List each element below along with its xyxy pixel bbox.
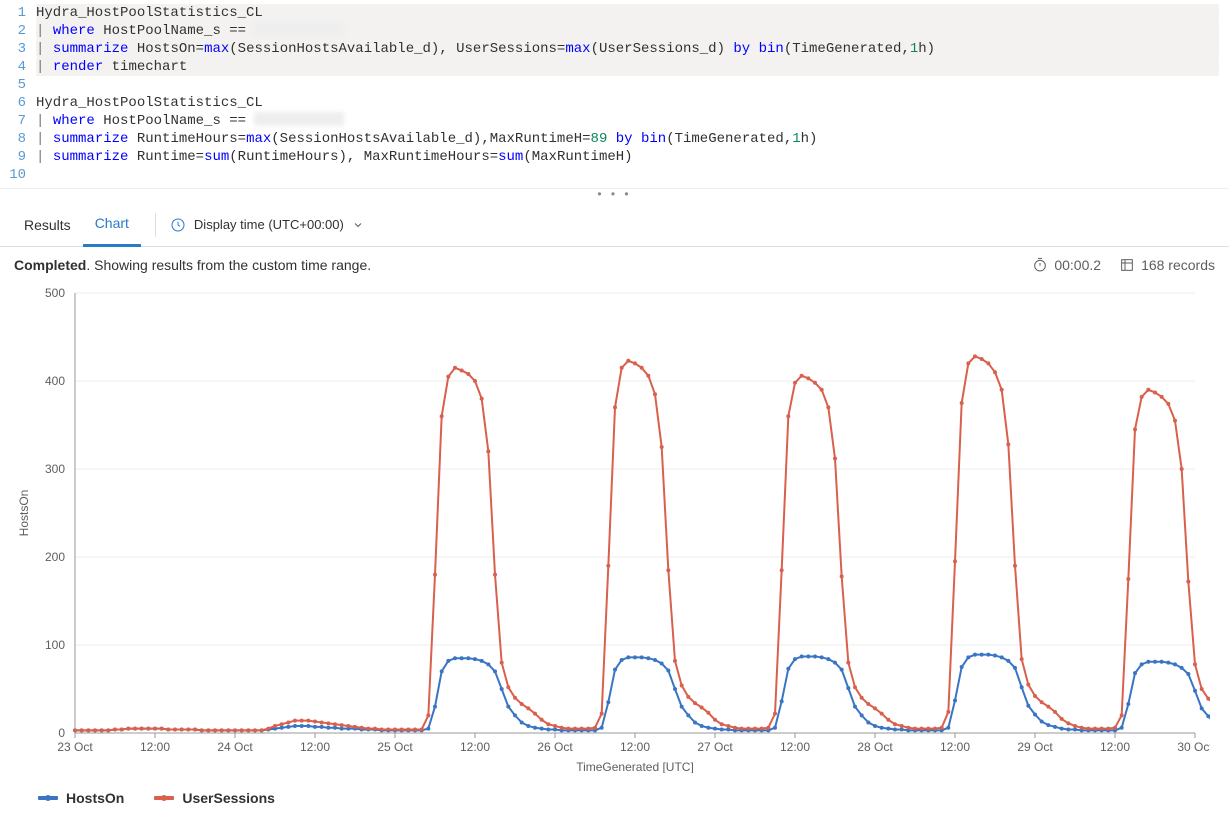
tab-chart-label: Chart bbox=[95, 215, 129, 231]
tab-chart[interactable]: Chart bbox=[83, 203, 141, 247]
legend-label-usersessions: UserSessions bbox=[182, 790, 275, 806]
line-number-gutter: 12345678910 bbox=[0, 4, 36, 184]
status-detail: . Showing results from the custom time r… bbox=[86, 257, 371, 273]
svg-text:500: 500 bbox=[45, 286, 65, 300]
timechart[interactable]: 0 100 200 300 400 500 23 Oct 12:00 24 Oct 12:00 25… bbox=[10, 283, 1210, 773]
svg-text:25 Oct: 25 Oct bbox=[377, 740, 413, 754]
svg-text:100: 100 bbox=[45, 638, 65, 652]
legend-swatch-usersessions bbox=[154, 796, 174, 800]
svg-text:12:00: 12:00 bbox=[1100, 740, 1130, 754]
svg-text:TimeGenerated [UTC]: TimeGenerated [UTC] bbox=[576, 760, 694, 773]
query-duration: 00:00.2 bbox=[1032, 257, 1101, 273]
svg-text:12:00: 12:00 bbox=[140, 740, 170, 754]
record-count-value: 168 records bbox=[1141, 257, 1215, 273]
query-editor[interactable]: 12345678910 Hydra_HostPoolStatistics_CL|… bbox=[0, 0, 1229, 189]
svg-text:12:00: 12:00 bbox=[620, 740, 650, 754]
svg-text:12:00: 12:00 bbox=[300, 740, 330, 754]
svg-text:30 Oct: 30 Oct bbox=[1177, 740, 1210, 754]
code-line[interactable]: Hydra_HostPoolStatistics_CL bbox=[36, 94, 1229, 112]
svg-text:12:00: 12:00 bbox=[460, 740, 490, 754]
svg-text:27 Oct: 27 Oct bbox=[697, 740, 733, 754]
results-toolbar: Results Chart Display time (UTC+00:00) bbox=[0, 203, 1229, 247]
svg-text:200: 200 bbox=[45, 550, 65, 564]
svg-text:HostsOn: HostsOn bbox=[17, 490, 31, 537]
tab-results-label: Results bbox=[24, 217, 71, 233]
chart-area[interactable]: 0 100 200 300 400 500 23 Oct 12:00 24 Oct 12:00 25… bbox=[0, 279, 1229, 816]
legend-item-hostson[interactable]: HostsOn bbox=[38, 790, 124, 806]
svg-text:400: 400 bbox=[45, 374, 65, 388]
display-time-picker[interactable]: Display time (UTC+00:00) bbox=[170, 217, 364, 233]
records-icon bbox=[1119, 257, 1135, 273]
clock-icon bbox=[170, 217, 186, 233]
record-count: 168 records bbox=[1119, 257, 1215, 273]
legend-item-usersessions[interactable]: UserSessions bbox=[154, 790, 275, 806]
status-bar: Completed. Showing results from the cust… bbox=[0, 247, 1229, 279]
legend-label-hostson: HostsOn bbox=[66, 790, 124, 806]
code-line[interactable]: | where HostPoolName_s == bbox=[36, 22, 1219, 40]
svg-text:0: 0 bbox=[58, 726, 65, 740]
display-time-label: Display time (UTC+00:00) bbox=[194, 217, 344, 232]
legend-swatch-hostson bbox=[38, 796, 58, 800]
tab-results[interactable]: Results bbox=[12, 203, 83, 247]
code-line[interactable] bbox=[36, 76, 1229, 94]
svg-text:12:00: 12:00 bbox=[940, 740, 970, 754]
code-line[interactable] bbox=[36, 166, 1229, 184]
code-line[interactable]: | summarize RuntimeHours=max(SessionHost… bbox=[36, 130, 1229, 148]
chevron-down-icon bbox=[352, 219, 364, 231]
chart-legend: HostsOn UserSessions bbox=[10, 776, 1219, 806]
svg-text:24 Oct: 24 Oct bbox=[217, 740, 253, 754]
svg-text:12:00: 12:00 bbox=[780, 740, 810, 754]
status-completed: Completed bbox=[14, 257, 86, 273]
svg-text:29 Oct: 29 Oct bbox=[1017, 740, 1053, 754]
svg-text:26 Oct: 26 Oct bbox=[537, 740, 573, 754]
status-message: Completed. Showing results from the cust… bbox=[14, 257, 371, 273]
code-line[interactable]: | summarize Runtime=sum(RuntimeHours), M… bbox=[36, 148, 1229, 166]
svg-text:28 Oct: 28 Oct bbox=[857, 740, 893, 754]
code-line[interactable]: | where HostPoolName_s == bbox=[36, 112, 1229, 130]
svg-text:23 Oct: 23 Oct bbox=[57, 740, 93, 754]
code-line[interactable]: Hydra_HostPoolStatistics_CL bbox=[36, 4, 1219, 22]
svg-text:300: 300 bbox=[45, 462, 65, 476]
code-area[interactable]: Hydra_HostPoolStatistics_CL| where HostP… bbox=[36, 4, 1229, 184]
resize-handle[interactable]: • • • bbox=[0, 189, 1229, 203]
code-line[interactable]: | summarize HostsOn=max(SessionHostsAvai… bbox=[36, 40, 1219, 58]
query-duration-value: 00:00.2 bbox=[1054, 257, 1101, 273]
stopwatch-icon bbox=[1032, 257, 1048, 273]
separator bbox=[155, 213, 156, 237]
code-line[interactable]: | render timechart bbox=[36, 58, 1219, 76]
